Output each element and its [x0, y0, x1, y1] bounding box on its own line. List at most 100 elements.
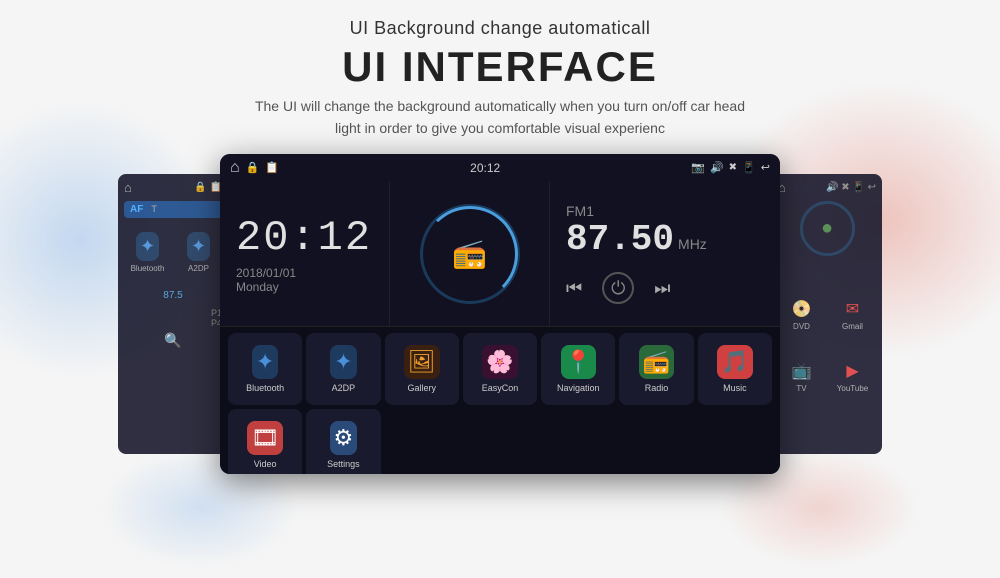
header-desc-line2: light in order to give you comfortable v… [335, 120, 665, 136]
app-video[interactable]: 🎞 Video [228, 409, 302, 474]
side-fm-bar: 87.5 [124, 286, 222, 305]
app-gallery-label: Gallery [407, 383, 436, 393]
app-a2dp-label: A2DP [332, 383, 356, 393]
side-right-circle: ● [800, 201, 855, 256]
bluetooth-icon: ✦ [136, 232, 159, 261]
rewind-icon[interactable]: ⏮ [566, 278, 582, 299]
app-settings[interactable]: ⚙ Settings [306, 409, 380, 474]
app-settings-label: Settings [327, 459, 360, 469]
fast-forward-icon[interactable]: ⏭ [654, 278, 670, 299]
fm-controls: ⏮ ⏻ ⏭ [566, 272, 670, 304]
side-app-dvd[interactable]: 📀 DVD [778, 286, 825, 344]
app-a2dp[interactable]: ✦ A2DP [306, 333, 380, 405]
radio-app-icon: 📻 [639, 345, 674, 379]
app-radio-label: Radio [645, 383, 669, 393]
header-desc-line1: The UI will change the background automa… [255, 98, 745, 114]
back-icon: ↩ [761, 161, 770, 174]
status-left: ⌂ 🔒 📋 [230, 159, 279, 177]
fm-freq-row: 87.50 MHz [566, 219, 707, 260]
video-icon: 🎞 [247, 421, 283, 455]
screens-container: ⌂ 🔒 📋 AF T ✦ Bluetooth ✦ A2DP 87.5 [0, 154, 1000, 474]
app-radio[interactable]: 📻 Radio [619, 333, 693, 405]
app-easycon[interactable]: 🌸 EasyCon [463, 333, 537, 405]
fm-label: FM1 [566, 203, 594, 219]
youtube-icon: ▶ [846, 361, 858, 381]
side-right-status-bar: ⌂ 🔊 ✖ 📱 ↩ [778, 180, 876, 195]
side-app-bluetooth[interactable]: ✦ Bluetooth [124, 224, 171, 282]
lock-icon: 🔒 [246, 161, 260, 174]
settings-icon: ⚙ [330, 421, 358, 455]
header-title: UI INTERFACE [0, 43, 1000, 91]
side-left-home-icon: ⌂ [124, 180, 132, 195]
header-subtitle: UI Background change automaticall [0, 18, 1000, 39]
dvd-icon: 📀 [792, 299, 812, 319]
side-app-youtube-label: YouTube [837, 384, 868, 393]
tv-icon: 📺 [792, 361, 812, 381]
main-app-grid: ✦ Bluetooth ✦ A2DP 🖼 Gallery 🌸 EasyCon 📍… [220, 327, 780, 474]
music-icon: 🎵 [717, 345, 752, 379]
side-af-bar: AF T [124, 201, 222, 218]
header-desc: The UI will change the background automa… [0, 95, 1000, 140]
side-screen-left: ⌂ 🔒 📋 AF T ✦ Bluetooth ✦ A2DP 87.5 [118, 174, 228, 454]
side-app-tv-label: TV [796, 384, 806, 393]
clock-time: 20:12 [236, 214, 372, 262]
gmail-icon: ✉ [846, 299, 859, 319]
clock-date: 2018/01/01 [236, 266, 296, 280]
clock-section: 20:12 2018/01/01 Monday [220, 182, 390, 326]
side-left-icons: 🔒 📋 [194, 182, 222, 193]
app-easycon-label: EasyCon [482, 383, 519, 393]
side-screen-right: ⌂ 🔊 ✖ 📱 ↩ ● 📀 DVD ✉ Gmail 📺 TV [772, 174, 882, 454]
app-bluetooth[interactable]: ✦ Bluetooth [228, 333, 302, 405]
power-button[interactable]: ⏻ [602, 272, 634, 304]
side-fm-freq: 87.5 [163, 290, 182, 301]
side-left-status-bar: ⌂ 🔒 📋 [124, 180, 222, 195]
volume-icon: 🔊 [710, 161, 724, 174]
side-right-status-icons: 🔊 ✖ 📱 ↩ [826, 182, 876, 193]
side-search-icon: 🔍 [164, 332, 181, 349]
clock-day: Monday [236, 280, 279, 294]
side-app-tv[interactable]: 📺 TV [778, 348, 825, 406]
camera-icon: 📷 [691, 161, 705, 174]
side-right-app-grid: 📀 DVD ✉ Gmail 📺 TV ▶ YouTube [778, 286, 876, 406]
screen-icon: 📱 [742, 161, 756, 174]
side-app-gmail[interactable]: ✉ Gmail [829, 286, 876, 344]
radio-circle: 📻 [420, 204, 520, 304]
gallery-icon: 🖼 [404, 345, 440, 379]
side-app-bluetooth-label: Bluetooth [131, 264, 165, 273]
status-icons: 📋 [265, 161, 279, 174]
navigation-icon: 📍 [561, 345, 596, 379]
radio-icon: 📻 [452, 237, 487, 270]
side-app-a2dp[interactable]: ✦ A2DP [175, 224, 222, 282]
side-app-gmail-label: Gmail [842, 322, 863, 331]
app-navigation-label: Navigation [557, 383, 600, 393]
app-navigation[interactable]: 📍 Navigation [541, 333, 615, 405]
a2dp-icon: ✦ [330, 345, 356, 379]
a2dp-icon: ✦ [187, 232, 210, 261]
header-section: UI Background change automaticall UI INT… [0, 0, 1000, 140]
home-icon[interactable]: ⌂ [230, 159, 240, 177]
side-app-dvd-label: DVD [793, 322, 810, 331]
info-panel: 20:12 2018/01/01 Monday 📻 FM1 87.50 MHz [220, 182, 780, 327]
side-app-youtube[interactable]: ▶ YouTube [829, 348, 876, 406]
close-icon: ✖ [729, 162, 737, 173]
fm-frequency: 87.50 [566, 219, 674, 260]
fm-unit: MHz [678, 236, 707, 252]
side-p4-label: P4 [124, 318, 222, 328]
side-action-row: 🔍 [124, 332, 222, 349]
easycon-icon: 🌸 [482, 345, 517, 379]
app-video-label: Video [254, 459, 277, 469]
main-screen: ⌂ 🔒 📋 20:12 📷 🔊 ✖ 📱 ↩ 20:12 2018/01/01 M… [220, 154, 780, 474]
status-right: 📷 🔊 ✖ 📱 ↩ [691, 161, 770, 174]
side-left-app-grid: ✦ Bluetooth ✦ A2DP [124, 224, 222, 282]
side-app-a2dp-label: A2DP [188, 264, 209, 273]
radio-section: 📻 [390, 182, 550, 326]
fm-section: FM1 87.50 MHz ⏮ ⏻ ⏭ [550, 182, 780, 326]
app-music[interactable]: 🎵 Music [698, 333, 772, 405]
main-status-bar: ⌂ 🔒 📋 20:12 📷 🔊 ✖ 📱 ↩ [220, 154, 780, 182]
app-music-label: Music [723, 383, 747, 393]
app-gallery[interactable]: 🖼 Gallery [385, 333, 459, 405]
side-right-circle-icon: ● [821, 217, 833, 240]
app-bluetooth-label: Bluetooth [246, 383, 284, 393]
status-time: 20:12 [470, 161, 500, 175]
side-af-label: AF [130, 204, 143, 215]
